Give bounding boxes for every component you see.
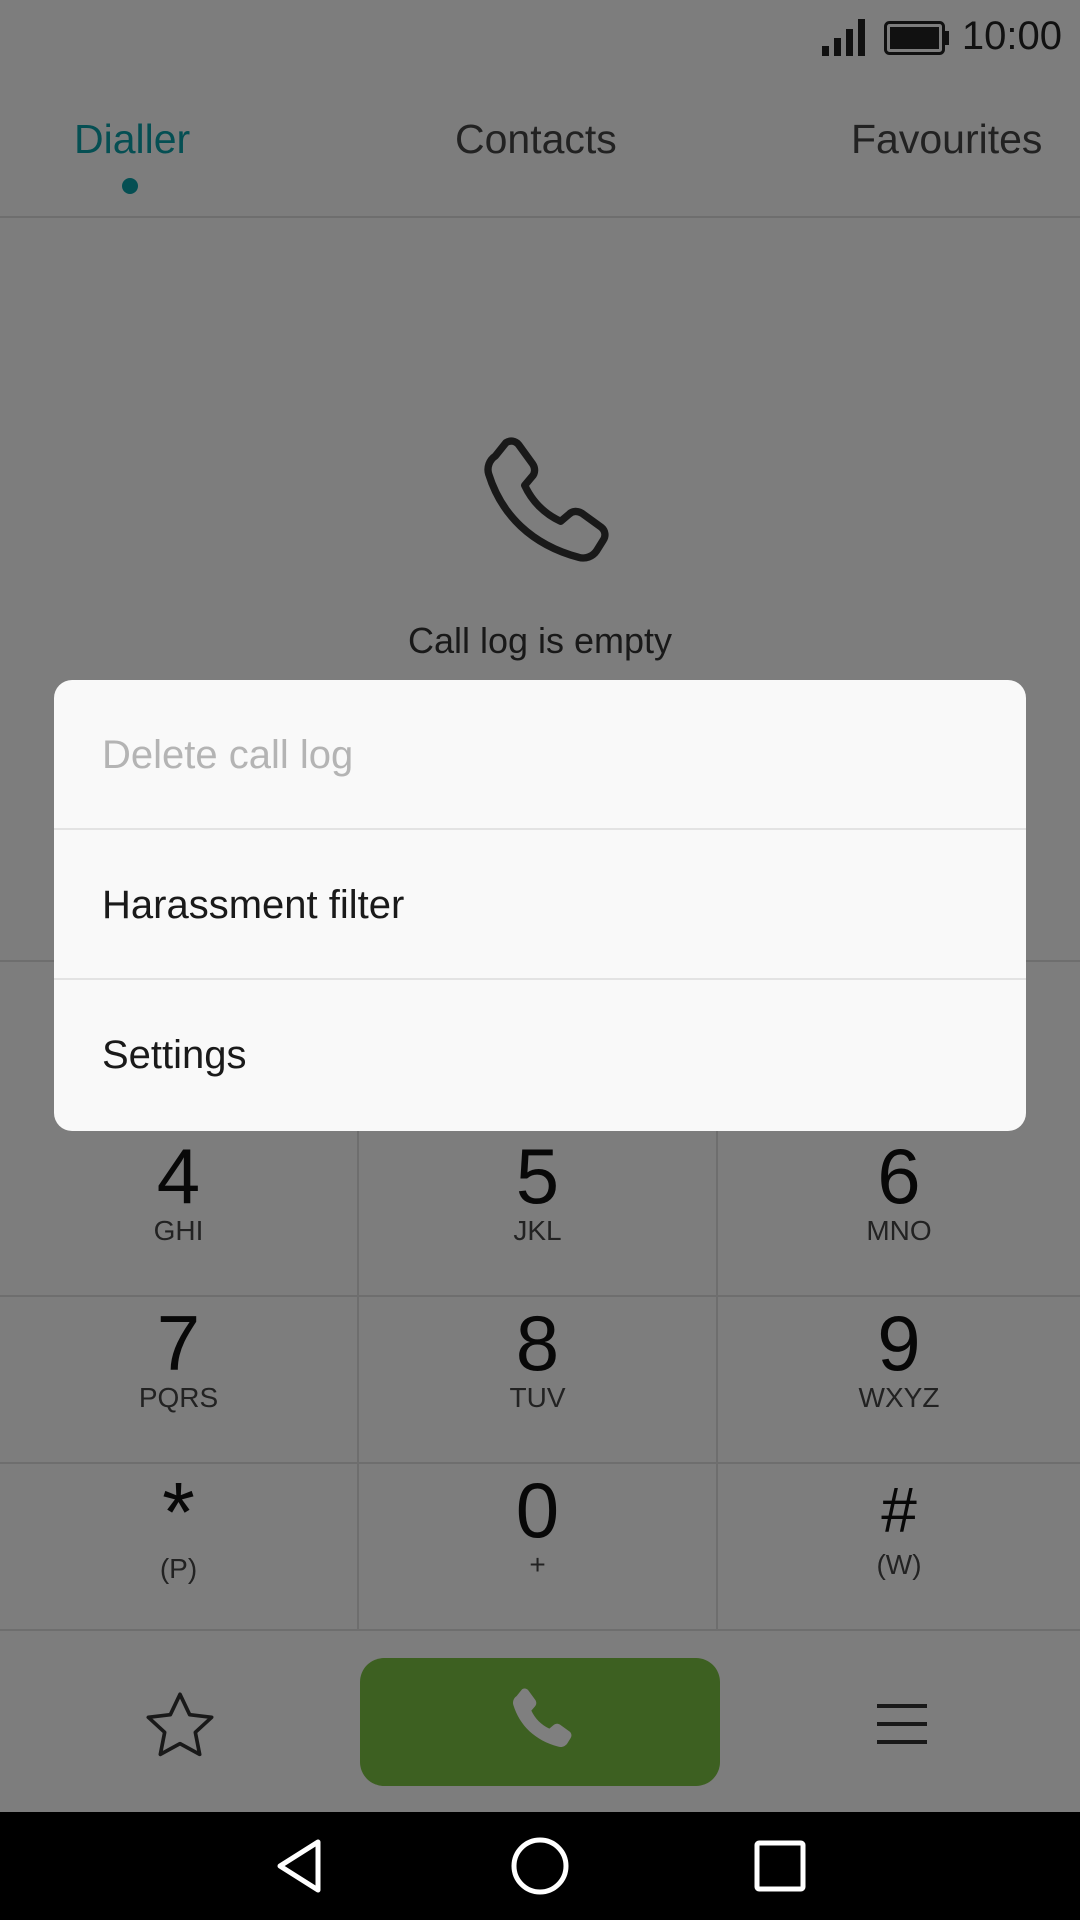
back-icon[interactable]	[268, 1834, 332, 1898]
menu-item-delete-call-log[interactable]: Delete call log	[54, 680, 1026, 830]
home-icon[interactable]	[508, 1834, 572, 1898]
overflow-menu-dialog: Delete call log Harassment filter Settin…	[54, 680, 1026, 1131]
recents-icon[interactable]	[748, 1834, 812, 1898]
menu-item-settings[interactable]: Settings	[54, 980, 1026, 1130]
menu-item-harassment-filter[interactable]: Harassment filter	[54, 830, 1026, 980]
system-nav-bar	[0, 1812, 1080, 1920]
